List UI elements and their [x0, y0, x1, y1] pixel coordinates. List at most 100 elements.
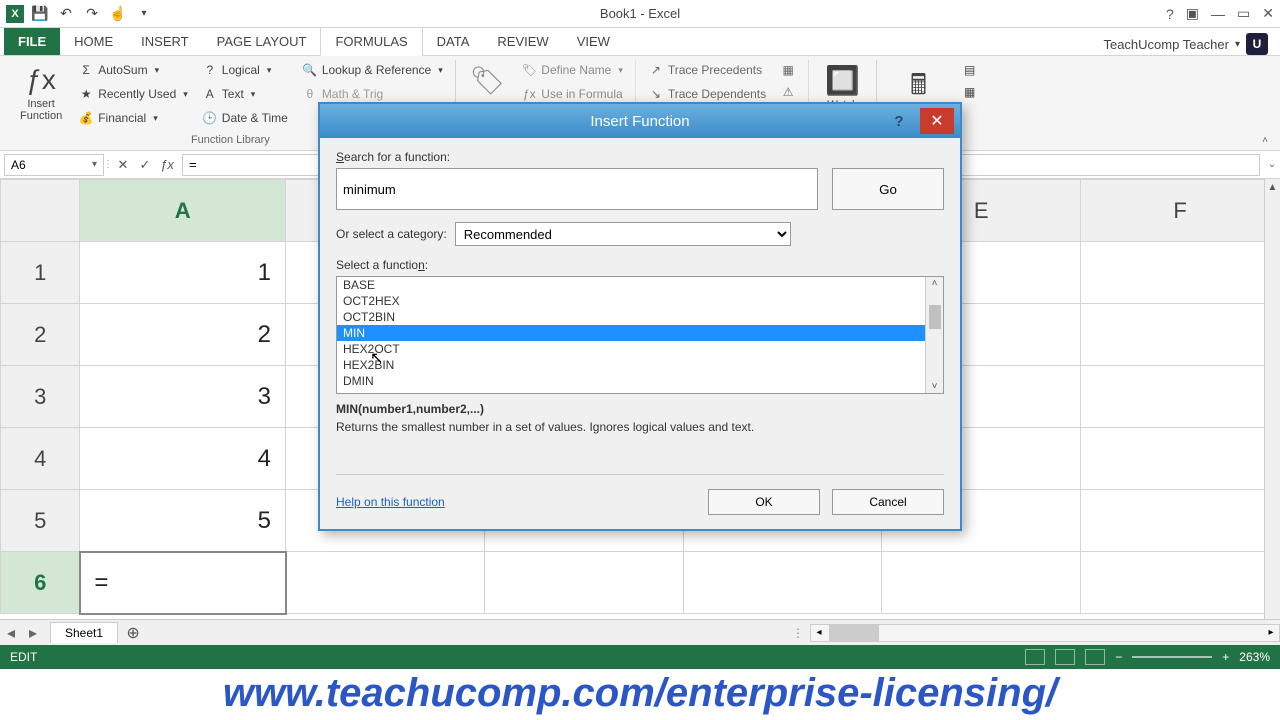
account-name[interactable]: TeachUcomp Teacher▾ U	[1103, 33, 1276, 55]
column-header-A[interactable]: A	[80, 180, 286, 242]
zoom-in-button[interactable]: +	[1222, 650, 1229, 664]
row-header[interactable]: 6	[1, 552, 80, 614]
error-check-button[interactable]: ⚠	[776, 82, 800, 102]
list-item[interactable]: HEX2BIN	[337, 357, 943, 373]
row-header[interactable]: 3	[1, 366, 80, 428]
search-input[interactable]	[336, 168, 818, 210]
logical-button[interactable]: ?Logical▾	[198, 60, 292, 80]
sheet-next-button[interactable]: ▸	[22, 622, 44, 644]
qat-dropdown-icon[interactable]: ▾	[136, 6, 152, 22]
row-header[interactable]: 5	[1, 490, 80, 552]
tab-page-layout[interactable]: PAGE LAYOUT	[203, 28, 321, 55]
tab-formulas[interactable]: FORMULAS	[320, 27, 422, 56]
cell-A1[interactable]: 1	[80, 242, 286, 304]
scroll-up-icon[interactable]: ˄	[931, 277, 939, 290]
dialog-title-bar[interactable]: Insert Function ? ✕	[320, 104, 960, 138]
date-time-button[interactable]: 🕒Date & Time	[198, 108, 292, 128]
tab-insert[interactable]: INSERT	[127, 28, 202, 55]
ok-button[interactable]: OK	[708, 489, 820, 515]
calc-now-button[interactable]: ▤	[958, 60, 982, 80]
dialog-help-button[interactable]: ?	[884, 107, 914, 135]
name-manager-button[interactable]: 🏷	[464, 60, 512, 101]
function-list[interactable]: BASE OCT2HEX OCT2BIN MIN HEX2OCT HEX2BIN…	[336, 276, 944, 394]
tab-file[interactable]: FILE	[4, 28, 60, 55]
redo-icon[interactable]: ↷	[84, 6, 100, 22]
scroll-up-icon[interactable]: ▲	[1265, 179, 1280, 195]
row-header[interactable]: 1	[1, 242, 80, 304]
insert-function-button[interactable]: ƒx Insert Function	[14, 60, 68, 126]
fx-button[interactable]: ƒx	[156, 154, 178, 176]
maximize-icon[interactable]: ▭	[1237, 5, 1250, 22]
tab-review[interactable]: REVIEW	[483, 28, 562, 55]
vertical-scrollbar[interactable]: ▲	[1264, 179, 1280, 619]
cell-A3[interactable]: 3	[80, 366, 286, 428]
list-item[interactable]: OCT2HEX	[337, 293, 943, 309]
trace-precedents-button[interactable]: ↗Trace Precedents	[644, 60, 770, 80]
autosum-button[interactable]: ΣAutoSum▾	[74, 60, 192, 80]
financial-button[interactable]: 💰Financial▾	[74, 108, 192, 128]
lookup-button[interactable]: 🔍Lookup & Reference▾	[298, 60, 447, 80]
zoom-out-button[interactable]: −	[1115, 650, 1122, 664]
name-box[interactable]: A6▾	[4, 154, 104, 176]
save-icon[interactable]: 💾	[32, 6, 48, 22]
sheet-tab[interactable]: Sheet1	[50, 622, 118, 643]
select-all-corner[interactable]	[1, 180, 80, 242]
view-break-button[interactable]	[1085, 649, 1105, 665]
horizontal-scrollbar[interactable]: ◂ ▸	[810, 624, 1280, 642]
expand-formula-bar-icon[interactable]: ⌄	[1264, 159, 1280, 170]
undo-icon[interactable]: ↶	[58, 6, 74, 22]
list-scrollbar[interactable]: ˄ ˅	[925, 277, 943, 393]
calc-sheet-button[interactable]: ▦	[958, 82, 982, 102]
help-on-function-link[interactable]: Help on this function	[336, 495, 445, 509]
new-sheet-button[interactable]: ⊕	[122, 622, 144, 644]
cell-A4[interactable]: 4	[80, 428, 286, 490]
scrollbar-thumb[interactable]	[929, 305, 941, 329]
help-icon[interactable]: ?	[1166, 6, 1174, 22]
collapse-ribbon-icon[interactable]: ˄	[1256, 60, 1274, 150]
cell-A5[interactable]: 5	[80, 490, 286, 552]
tab-data[interactable]: DATA	[423, 28, 484, 55]
tab-home[interactable]: HOME	[60, 28, 127, 55]
use-in-formula-button[interactable]: ƒxUse in Formula	[517, 84, 627, 104]
go-button[interactable]: Go	[832, 168, 944, 210]
cell-A2[interactable]: 2	[80, 304, 286, 366]
tab-view[interactable]: VIEW	[563, 28, 624, 55]
sheet-prev-button[interactable]: ◂	[0, 622, 22, 644]
clock-icon: 🕒	[202, 110, 218, 126]
view-normal-button[interactable]	[1025, 649, 1045, 665]
cancel-button[interactable]: Cancel	[832, 489, 944, 515]
row-header[interactable]: 4	[1, 428, 80, 490]
category-select[interactable]: Recommended	[455, 222, 791, 246]
text-button[interactable]: AText▾	[198, 84, 292, 104]
cell-A6-active[interactable]: =	[80, 552, 286, 614]
watch-icon: 🔲	[825, 64, 860, 97]
touch-mode-icon[interactable]: ☝	[110, 6, 126, 22]
column-header-F[interactable]: F	[1081, 180, 1280, 242]
ribbon-display-icon[interactable]: ▣	[1186, 5, 1199, 22]
define-name-button[interactable]: 🏷Define Name▾	[517, 60, 627, 80]
scroll-left-icon[interactable]: ◂	[811, 627, 827, 638]
zoom-level[interactable]: 263%	[1239, 650, 1270, 664]
enter-formula-button[interactable]: ✓	[134, 154, 156, 176]
chevron-down-icon[interactable]: ▾	[92, 159, 97, 170]
zoom-slider[interactable]	[1132, 656, 1212, 658]
recently-used-button[interactable]: ★Recently Used▾	[74, 84, 192, 104]
scroll-down-icon[interactable]: ˅	[931, 380, 939, 393]
view-layout-button[interactable]	[1055, 649, 1075, 665]
trace-dependents-button[interactable]: ↘Trace Dependents	[644, 84, 770, 104]
list-item-selected[interactable]: MIN	[337, 325, 943, 341]
minimize-icon[interactable]: —	[1211, 6, 1225, 22]
sheet-tab-row: ◂ ▸ Sheet1 ⊕ ⋮ ◂ ▸	[0, 619, 1280, 645]
list-item[interactable]: BASE	[337, 277, 943, 293]
dialog-close-button[interactable]: ✕	[920, 108, 954, 134]
show-formulas-button[interactable]: ▦	[776, 60, 800, 80]
list-item[interactable]: OCT2BIN	[337, 309, 943, 325]
close-icon[interactable]: ✕	[1262, 5, 1274, 22]
cancel-formula-button[interactable]: ✕	[112, 154, 134, 176]
list-item[interactable]: DMIN	[337, 373, 943, 389]
list-item[interactable]: HEX2OCT	[337, 341, 943, 357]
row-header[interactable]: 2	[1, 304, 80, 366]
scrollbar-thumb[interactable]	[829, 625, 879, 641]
scroll-right-icon[interactable]: ▸	[1263, 627, 1279, 638]
math-trig-button[interactable]: θMath & Trig	[298, 84, 447, 104]
